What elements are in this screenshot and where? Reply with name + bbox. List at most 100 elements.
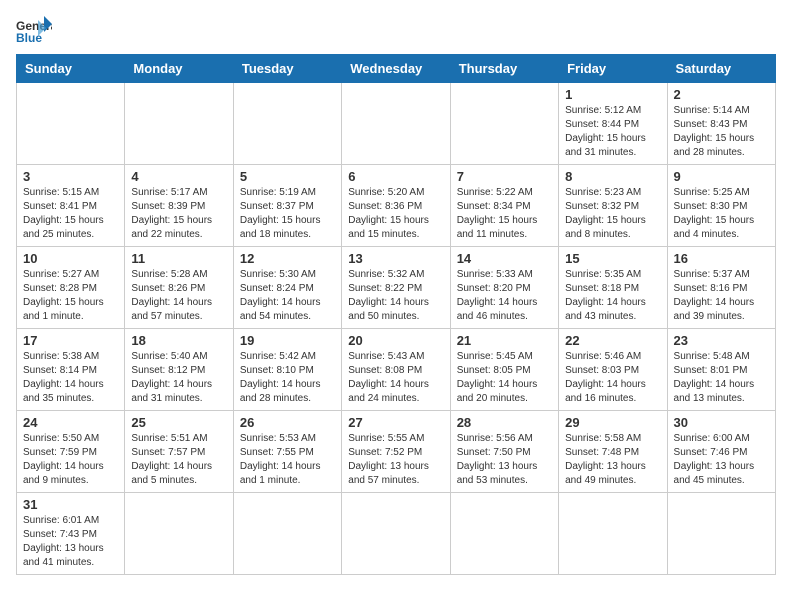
day-info: Sunrise: 6:01 AM Sunset: 7:43 PM Dayligh… [23, 514, 118, 570]
day-info: Sunrise: 5:17 AM Sunset: 8:39 PM Dayligh… [131, 186, 226, 242]
day-info: Sunrise: 5:50 AM Sunset: 7:59 PM Dayligh… [23, 432, 118, 488]
header: General Blue [16, 16, 776, 46]
day-number: 23 [674, 333, 769, 348]
day-info: Sunrise: 5:28 AM Sunset: 8:26 PM Dayligh… [131, 268, 226, 324]
calendar-cell: 25 Sunrise: 5:51 AM Sunset: 7:57 PM Dayli… [125, 411, 233, 493]
calendar-cell: 1 Sunrise: 5:12 AM Sunset: 8:44 PM Daylig… [559, 83, 667, 165]
calendar-cell: 21 Sunrise: 5:45 AM Sunset: 8:05 PM Dayli… [450, 329, 558, 411]
day-number: 16 [674, 251, 769, 266]
calendar-cell: 13 Sunrise: 5:32 AM Sunset: 8:22 PM Dayli… [342, 247, 450, 329]
day-number: 15 [565, 251, 660, 266]
day-number: 25 [131, 415, 226, 430]
day-info: Sunrise: 5:56 AM Sunset: 7:50 PM Dayligh… [457, 432, 552, 488]
day-info: Sunrise: 5:23 AM Sunset: 8:32 PM Dayligh… [565, 186, 660, 242]
calendar-cell: 5Sunrise: 5:19 AM Sunset: 8:37 PM Daylig… [233, 165, 341, 247]
calendar-cell: 4 Sunrise: 5:17 AM Sunset: 8:39 PM Daylig… [125, 165, 233, 247]
day-number: 3 [23, 169, 118, 184]
calendar-cell: 14 Sunrise: 5:33 AM Sunset: 8:20 PM Dayli… [450, 247, 558, 329]
calendar-cell: 20 Sunrise: 5:43 AM Sunset: 8:08 PM Dayli… [342, 329, 450, 411]
calendar-cell: 8Sunrise: 5:23 AM Sunset: 8:32 PM Daylig… [559, 165, 667, 247]
day-info: Sunrise: 5:12 AM Sunset: 8:44 PM Dayligh… [565, 104, 660, 160]
day-info: Sunrise: 5:25 AM Sunset: 8:30 PM Dayligh… [674, 186, 769, 242]
weekday-header-row: SundayMondayTuesdayWednesdayThursdayFrid… [17, 55, 776, 83]
calendar-cell: 16 Sunrise: 5:37 AM Sunset: 8:16 PM Dayli… [667, 247, 775, 329]
day-number: 10 [23, 251, 118, 266]
day-info: Sunrise: 5:27 AM Sunset: 8:28 PM Dayligh… [23, 268, 118, 324]
calendar-cell: 9Sunrise: 5:25 AM Sunset: 8:30 PM Daylig… [667, 165, 775, 247]
day-number: 20 [348, 333, 443, 348]
calendar-cell: 15Sunrise: 5:35 AM Sunset: 8:18 PM Dayli… [559, 247, 667, 329]
calendar-cell: 7Sunrise: 5:22 AM Sunset: 8:34 PM Daylig… [450, 165, 558, 247]
day-info: Sunrise: 5:55 AM Sunset: 7:52 PM Dayligh… [348, 432, 443, 488]
day-info: Sunrise: 5:43 AM Sunset: 8:08 PM Dayligh… [348, 350, 443, 406]
day-number: 19 [240, 333, 335, 348]
calendar-week-4: 17Sunrise: 5:38 AM Sunset: 8:14 PM Dayli… [17, 329, 776, 411]
day-info: Sunrise: 5:48 AM Sunset: 8:01 PM Dayligh… [674, 350, 769, 406]
day-info: Sunrise: 5:51 AM Sunset: 7:57 PM Dayligh… [131, 432, 226, 488]
day-number: 14 [457, 251, 552, 266]
day-info: Sunrise: 5:53 AM Sunset: 7:55 PM Dayligh… [240, 432, 335, 488]
weekday-header-tuesday: Tuesday [233, 55, 341, 83]
generalblue-logo-icon: General Blue [16, 16, 52, 46]
calendar-week-3: 10 Sunrise: 5:27 AM Sunset: 8:28 PM Dayli… [17, 247, 776, 329]
calendar-cell [342, 493, 450, 575]
calendar-cell: 12Sunrise: 5:30 AM Sunset: 8:24 PM Dayli… [233, 247, 341, 329]
day-number: 29 [565, 415, 660, 430]
calendar-week-6: 31 Sunrise: 6:01 AM Sunset: 7:43 PM Dayli… [17, 493, 776, 575]
day-number: 1 [565, 87, 660, 102]
day-info: Sunrise: 5:40 AM Sunset: 8:12 PM Dayligh… [131, 350, 226, 406]
calendar-cell: 26 Sunrise: 5:53 AM Sunset: 7:55 PM Dayli… [233, 411, 341, 493]
calendar-cell [667, 493, 775, 575]
day-info: Sunrise: 5:37 AM Sunset: 8:16 PM Dayligh… [674, 268, 769, 324]
calendar-cell: 11 Sunrise: 5:28 AM Sunset: 8:26 PM Dayli… [125, 247, 233, 329]
day-info: Sunrise: 5:42 AM Sunset: 8:10 PM Dayligh… [240, 350, 335, 406]
day-number: 4 [131, 169, 226, 184]
day-number: 6 [348, 169, 443, 184]
calendar-cell: 3 Sunrise: 5:15 AM Sunset: 8:41 PM Daylig… [17, 165, 125, 247]
day-number: 17 [23, 333, 118, 348]
calendar-cell [233, 83, 341, 165]
day-info: Sunrise: 5:33 AM Sunset: 8:20 PM Dayligh… [457, 268, 552, 324]
day-number: 21 [457, 333, 552, 348]
day-number: 2 [674, 87, 769, 102]
calendar-week-5: 24 Sunrise: 5:50 AM Sunset: 7:59 PM Dayli… [17, 411, 776, 493]
calendar-cell [17, 83, 125, 165]
calendar-cell: 19 Sunrise: 5:42 AM Sunset: 8:10 PM Dayli… [233, 329, 341, 411]
calendar-cell: 29 Sunrise: 5:58 AM Sunset: 7:48 PM Dayli… [559, 411, 667, 493]
calendar-cell [450, 83, 558, 165]
day-number: 11 [131, 251, 226, 266]
day-number: 24 [23, 415, 118, 430]
day-number: 13 [348, 251, 443, 266]
day-info: Sunrise: 5:46 AM Sunset: 8:03 PM Dayligh… [565, 350, 660, 406]
calendar-cell: 23 Sunrise: 5:48 AM Sunset: 8:01 PM Dayli… [667, 329, 775, 411]
day-info: Sunrise: 5:19 AM Sunset: 8:37 PM Dayligh… [240, 186, 335, 242]
calendar-cell: 6Sunrise: 5:20 AM Sunset: 8:36 PM Daylig… [342, 165, 450, 247]
calendar-cell [450, 493, 558, 575]
weekday-header-friday: Friday [559, 55, 667, 83]
calendar-cell: 17Sunrise: 5:38 AM Sunset: 8:14 PM Dayli… [17, 329, 125, 411]
day-info: Sunrise: 5:30 AM Sunset: 8:24 PM Dayligh… [240, 268, 335, 324]
day-info: Sunrise: 5:15 AM Sunset: 8:41 PM Dayligh… [23, 186, 118, 242]
weekday-header-saturday: Saturday [667, 55, 775, 83]
day-info: Sunrise: 5:58 AM Sunset: 7:48 PM Dayligh… [565, 432, 660, 488]
day-number: 31 [23, 497, 118, 512]
day-number: 22 [565, 333, 660, 348]
day-info: Sunrise: 5:45 AM Sunset: 8:05 PM Dayligh… [457, 350, 552, 406]
day-number: 7 [457, 169, 552, 184]
calendar-table: SundayMondayTuesdayWednesdayThursdayFrid… [16, 54, 776, 575]
day-number: 18 [131, 333, 226, 348]
calendar-cell [342, 83, 450, 165]
day-info: Sunrise: 6:00 AM Sunset: 7:46 PM Dayligh… [674, 432, 769, 488]
calendar-cell [125, 493, 233, 575]
calendar-cell: 30 Sunrise: 6:00 AM Sunset: 7:46 PM Dayli… [667, 411, 775, 493]
weekday-header-wednesday: Wednesday [342, 55, 450, 83]
day-number: 26 [240, 415, 335, 430]
day-number: 30 [674, 415, 769, 430]
calendar-cell: 10 Sunrise: 5:27 AM Sunset: 8:28 PM Dayli… [17, 247, 125, 329]
calendar-week-1: 1 Sunrise: 5:12 AM Sunset: 8:44 PM Daylig… [17, 83, 776, 165]
calendar-cell: 2Sunrise: 5:14 AM Sunset: 8:43 PM Daylig… [667, 83, 775, 165]
day-info: Sunrise: 5:32 AM Sunset: 8:22 PM Dayligh… [348, 268, 443, 324]
calendar-cell: 24 Sunrise: 5:50 AM Sunset: 7:59 PM Dayli… [17, 411, 125, 493]
calendar-cell [125, 83, 233, 165]
weekday-header-thursday: Thursday [450, 55, 558, 83]
